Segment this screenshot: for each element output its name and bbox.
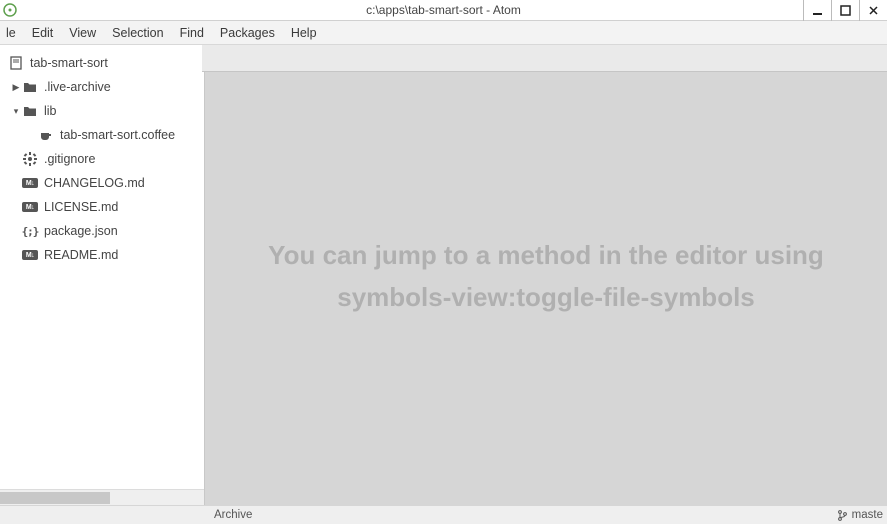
tree-item-label: lib (44, 104, 57, 118)
status-bar: Archive maste (0, 505, 887, 524)
git-branch-label[interactable]: maste (852, 509, 883, 521)
git-branch-icon (837, 510, 848, 521)
menu-bar: le Edit View Selection Find Packages Hel… (0, 21, 887, 45)
chevron-right-icon: ▶ (10, 82, 22, 93)
folder-icon (22, 80, 38, 94)
minimize-button[interactable] (803, 0, 831, 21)
status-archive[interactable]: Archive (204, 509, 252, 521)
status-right: maste (837, 509, 887, 521)
file-tree[interactable]: tab-smart-sort ▶ .live-archive ▾ lib tab… (0, 45, 204, 489)
horizontal-scrollbar[interactable] (0, 489, 204, 505)
tree-file-gitignore[interactable]: .gitignore (0, 147, 204, 171)
tree-root[interactable]: tab-smart-sort (0, 51, 204, 75)
menu-edit[interactable]: Edit (24, 23, 62, 43)
tree-item-label: package.json (44, 224, 118, 238)
atom-logo-icon (2, 2, 18, 18)
tree-folder-live-archive[interactable]: ▶ .live-archive (0, 75, 204, 99)
window-title: c:\apps\tab-smart-sort - Atom (366, 3, 521, 17)
menu-packages[interactable]: Packages (212, 23, 283, 43)
tree-item-label: README.md (44, 248, 118, 262)
tree-root-label: tab-smart-sort (30, 56, 108, 70)
tree-item-label: .gitignore (44, 152, 95, 166)
folder-icon (22, 104, 38, 118)
tree-item-label: .live-archive (44, 80, 111, 94)
tree-file-coffee[interactable]: tab-smart-sort.coffee (0, 123, 204, 147)
tree-item-label: LICENSE.md (44, 200, 118, 214)
markdown-icon: M↓ (22, 178, 38, 188)
tree-file-readme[interactable]: M↓ README.md (0, 243, 204, 267)
tree-folder-lib[interactable]: ▾ lib (0, 99, 204, 123)
menu-file[interactable]: le (4, 23, 24, 43)
maximize-button[interactable] (831, 0, 859, 21)
scrollbar-thumb[interactable] (0, 492, 110, 504)
tree-item-label: CHANGELOG.md (44, 176, 145, 190)
menu-view[interactable]: View (61, 23, 104, 43)
menu-selection[interactable]: Selection (104, 23, 171, 43)
tree-file-license[interactable]: M↓ LICENSE.md (0, 195, 204, 219)
body-area: tab-smart-sort ▶ .live-archive ▾ lib tab… (0, 45, 887, 505)
file-tree-sidebar: tab-smart-sort ▶ .live-archive ▾ lib tab… (0, 45, 204, 505)
window-controls (803, 0, 887, 21)
coffee-icon (38, 128, 54, 142)
close-button[interactable] (859, 0, 887, 21)
json-icon: {;} (22, 225, 38, 238)
markdown-icon: M↓ (22, 202, 38, 212)
menu-find[interactable]: Find (172, 23, 212, 43)
markdown-icon: M↓ (22, 250, 38, 260)
title-bar: c:\apps\tab-smart-sort - Atom (0, 0, 887, 21)
menu-help[interactable]: Help (283, 23, 325, 43)
tree-file-package[interactable]: {;} package.json (0, 219, 204, 243)
tree-item-label: tab-smart-sort.coffee (60, 128, 175, 142)
chevron-down-icon: ▾ (10, 106, 22, 117)
editor-hint-text: You can jump to a method in the editor u… (205, 235, 887, 318)
gear-icon (22, 152, 38, 166)
editor-pane[interactable]: You can jump to a method in the editor u… (204, 45, 887, 505)
repo-icon (8, 56, 24, 70)
tree-file-changelog[interactable]: M↓ CHANGELOG.md (0, 171, 204, 195)
